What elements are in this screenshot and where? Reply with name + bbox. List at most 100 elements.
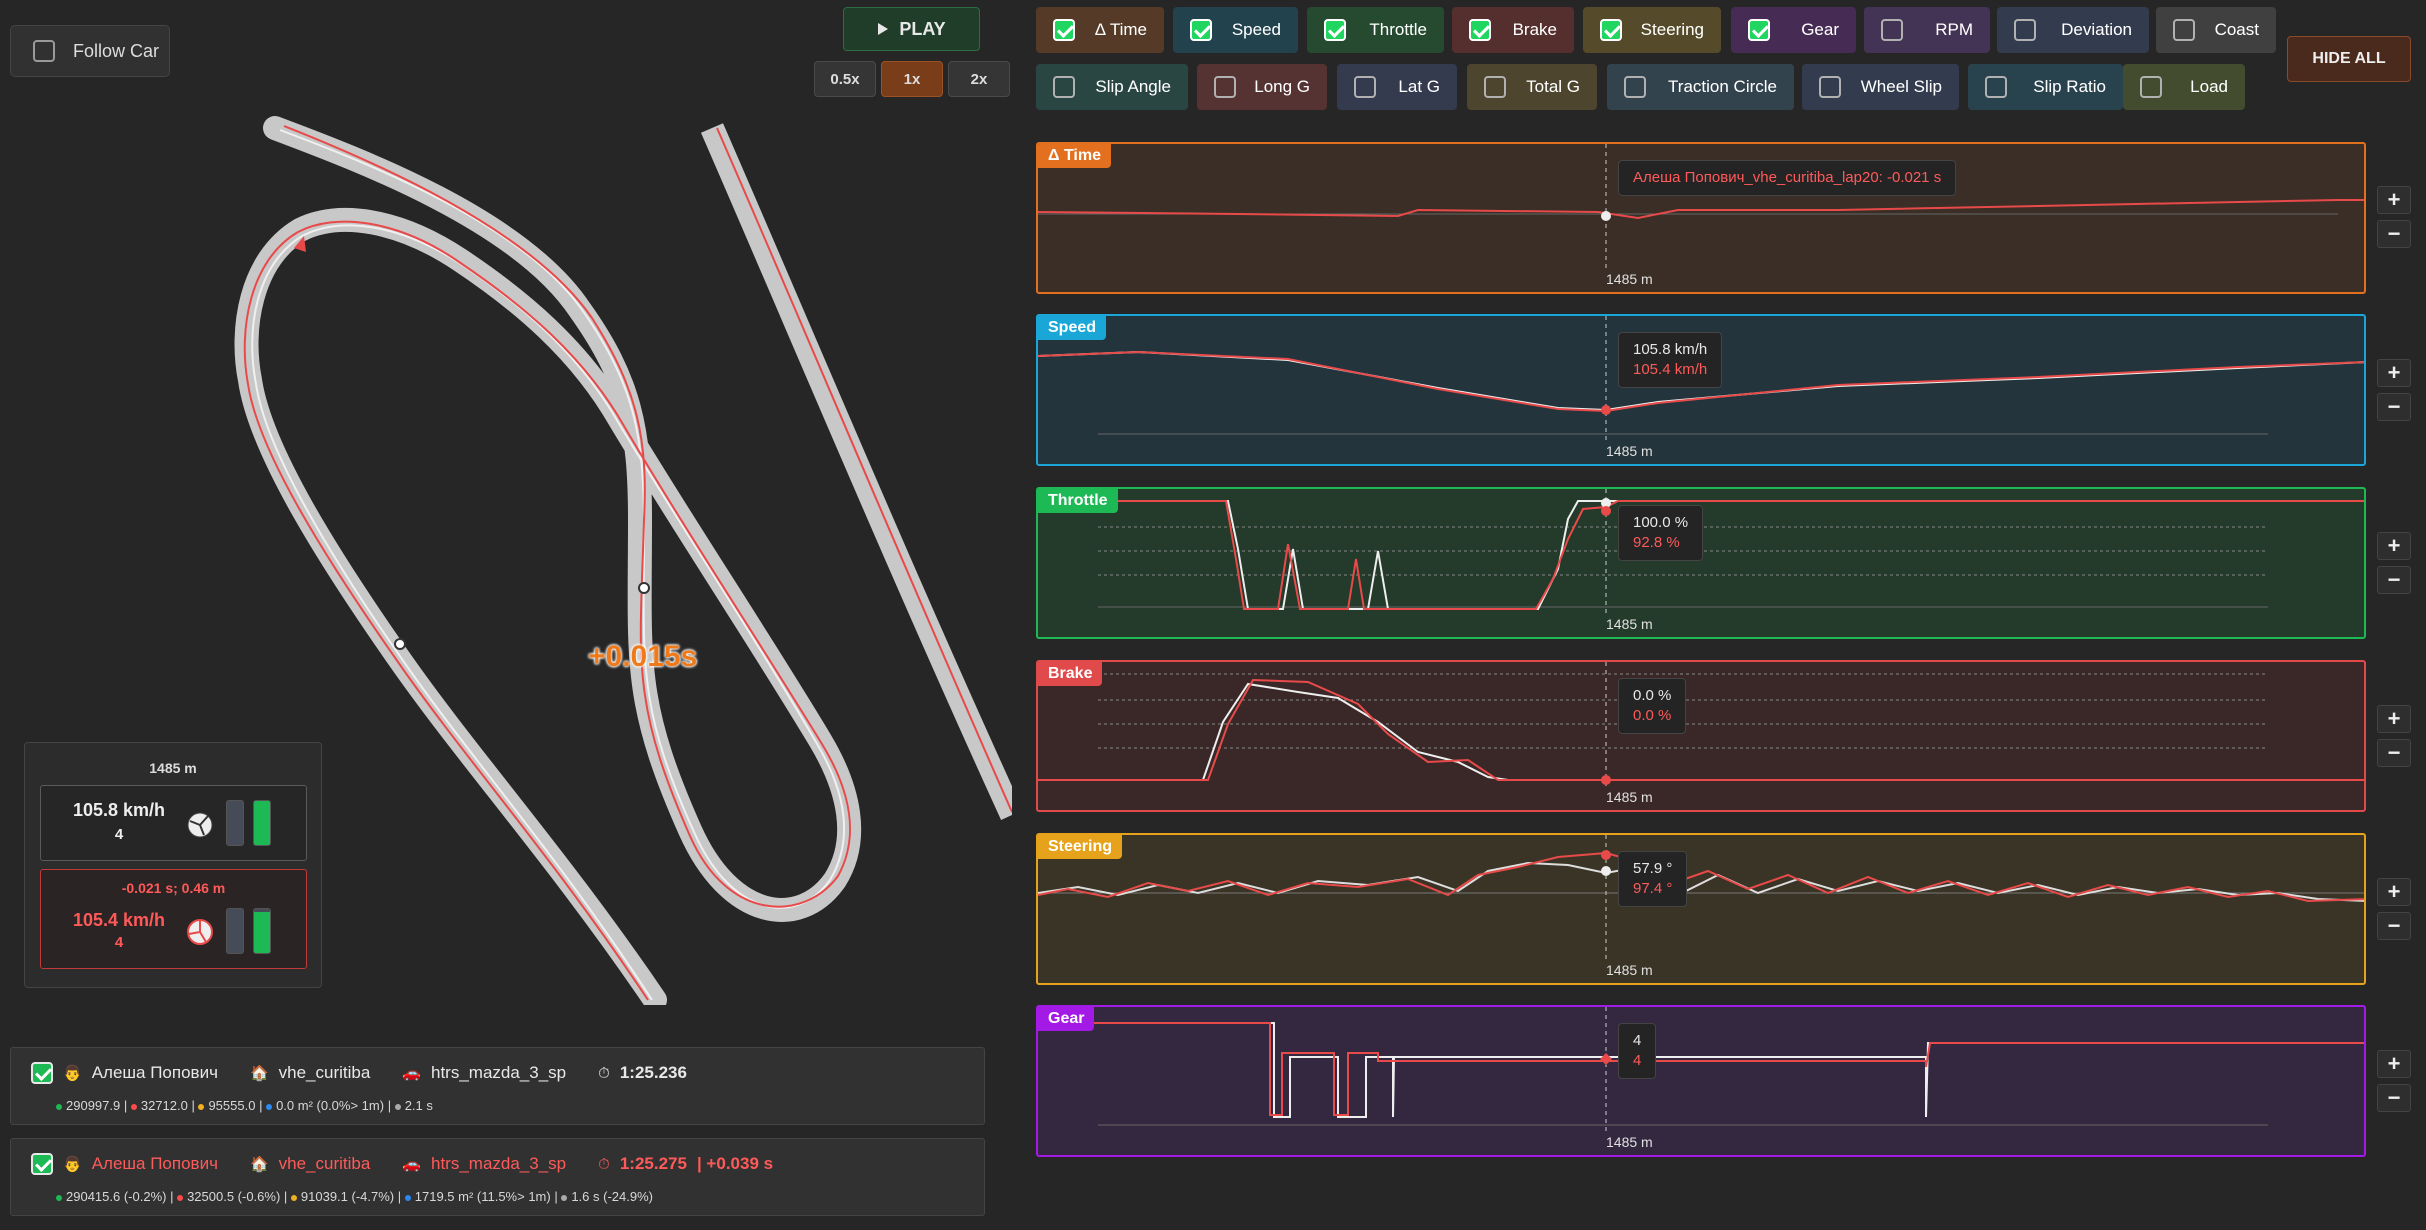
- channel-toggle-throttle[interactable]: Throttle: [1307, 7, 1444, 53]
- channel-toggle-rpm[interactable]: RPM: [1864, 7, 1990, 53]
- lap-car: htrs_mazda_3_sp: [430, 1063, 567, 1082]
- gear-zoom-out-button[interactable]: −: [2377, 1084, 2411, 1112]
- lap-delta: | +0.039 s: [696, 1154, 774, 1173]
- throttle-zoom-in-button[interactable]: +: [2377, 532, 2411, 560]
- channel-label: Gear: [1801, 20, 1839, 39]
- channel-checkbox[interactable]: [1469, 19, 1491, 41]
- delta-time-panel[interactable]: Δ Time Алеша Попович_vhe_curitiba_lap20:…: [1036, 142, 2366, 294]
- lap-row[interactable]: 👨 Алеша Попович 🏠 vhe_curitiba 🚗 htrs_ma…: [10, 1047, 985, 1125]
- car1-brake-bar: [226, 800, 244, 846]
- channel-toggle-steering[interactable]: Steering: [1583, 7, 1721, 53]
- panel-title: Speed: [1038, 316, 1107, 340]
- steering-zoom-in-button[interactable]: +: [2377, 878, 2411, 906]
- channel-label: Total G: [1526, 77, 1580, 96]
- throttle-zoom-out-button[interactable]: −: [2377, 566, 2411, 594]
- channel-label: Speed: [1231, 20, 1281, 39]
- channel-checkbox[interactable]: [1881, 19, 1903, 41]
- play-button[interactable]: PLAY: [843, 7, 980, 51]
- channel-toggle-delta-time[interactable]: Δ Time: [1036, 7, 1164, 53]
- channel-checkbox[interactable]: [2140, 76, 2162, 98]
- channel-checkbox[interactable]: [1324, 19, 1346, 41]
- stat-dot: [266, 1103, 273, 1110]
- stat-dot: [290, 1194, 297, 1201]
- channel-toggle-long-g[interactable]: Long G: [1197, 64, 1327, 110]
- brake-panel[interactable]: Brake 0.0 % 0.0 % 1485 m: [1036, 660, 2366, 812]
- channel-toggle-load[interactable]: Load: [2123, 64, 2245, 110]
- channel-toggle-wheel-slip[interactable]: Wheel Slip: [1802, 64, 1959, 110]
- car-marker-1: [638, 582, 650, 594]
- speed-panel[interactable]: Speed 105.8 km/h 105.4 km/h 1485 m: [1036, 314, 2366, 466]
- lap-row[interactable]: 👨 Алеша Попович 🏠 vhe_curitiba 🚗 htrs_ma…: [10, 1138, 985, 1216]
- speed-0.5x-button[interactable]: 0.5x: [814, 61, 876, 97]
- channel-toggle-gear[interactable]: Gear: [1731, 7, 1856, 53]
- steering-plot: [1038, 835, 2364, 960]
- brake-zoom-in-button[interactable]: +: [2377, 705, 2411, 733]
- track-straight: [700, 123, 1012, 820]
- delta-zoom-in-button[interactable]: +: [2377, 186, 2411, 214]
- channel-checkbox[interactable]: [1819, 76, 1841, 98]
- lap-driver: Алеша Попович: [91, 1063, 218, 1082]
- car-card-2: -0.021 s; 0.46 m 105.4 km/h 4: [40, 869, 307, 969]
- speed-zoom-out-button[interactable]: −: [2377, 393, 2411, 421]
- lap-checkbox[interactable]: [31, 1062, 53, 1084]
- lap-stats: 290415.6 (-0.2%) | 32500.5 (-0.6%) | 910…: [56, 1189, 653, 1204]
- channel-toggle-coast[interactable]: Coast: [2156, 7, 2276, 53]
- channel-toggle-speed[interactable]: Speed: [1173, 7, 1298, 53]
- channel-checkbox[interactable]: [1985, 76, 2007, 98]
- channel-toggle-brake[interactable]: Brake: [1452, 7, 1574, 53]
- gear-panel[interactable]: Gear 44 1485 m: [1036, 1005, 2366, 1157]
- channel-checkbox[interactable]: [1624, 76, 1646, 98]
- lap-track: vhe_curitiba: [278, 1063, 371, 1082]
- car1-gear: 4: [114, 826, 124, 843]
- track-delta-label: +0.015s: [588, 640, 698, 673]
- channel-toggle-slip-ratio[interactable]: Slip Ratio: [1968, 64, 2123, 110]
- delta-line: [1038, 199, 2364, 220]
- tooltip-value: 100.0 %: [1633, 514, 1689, 531]
- steering-zoom-out-button[interactable]: −: [2377, 912, 2411, 940]
- channel-toggle-total-g[interactable]: Total G: [1467, 64, 1597, 110]
- channel-checkbox[interactable]: [1748, 19, 1770, 41]
- follow-car-checkbox[interactable]: [33, 40, 55, 62]
- lap-driver: Алеша Попович: [91, 1154, 218, 1173]
- gear-plot: [1038, 1007, 2364, 1132]
- channel-checkbox[interactable]: [1053, 19, 1075, 41]
- channel-checkbox[interactable]: [1354, 76, 1376, 98]
- speed-2x-button[interactable]: 2x: [948, 61, 1010, 97]
- car-info-box: 1485 m 105.8 km/h 4 -0.021 s; 0.46 m 105…: [24, 742, 322, 988]
- speed-tooltip: 105.8 km/h 105.4 km/h: [1618, 332, 1723, 388]
- channel-checkbox[interactable]: [1600, 19, 1622, 41]
- panel-xlabel: 1485 m: [1606, 443, 1653, 459]
- speed-1x-button[interactable]: 1x: [881, 61, 943, 97]
- lap-checkbox[interactable]: [31, 1153, 53, 1175]
- brake-zoom-out-button[interactable]: −: [2377, 739, 2411, 767]
- channel-checkbox[interactable]: [1214, 76, 1236, 98]
- channel-toggle-traction-circle[interactable]: Traction Circle: [1607, 64, 1794, 110]
- delta-tooltip: Алеша Попович_vhe_curitiba_lap20: -0.021…: [1618, 160, 1957, 196]
- channel-toggle-slip-angle[interactable]: Slip Angle: [1036, 64, 1188, 110]
- lap-track: vhe_curitiba: [278, 1154, 371, 1173]
- panel-xlabel: 1485 m: [1606, 962, 1653, 978]
- channel-toggle-deviation[interactable]: Deviation: [1997, 7, 2149, 53]
- hide-all-button[interactable]: HIDE ALL: [2287, 36, 2411, 82]
- channel-label: Wheel Slip: [1860, 77, 1942, 96]
- speed-zoom-in-button[interactable]: +: [2377, 359, 2411, 387]
- panel-xlabel: 1485 m: [1606, 789, 1653, 805]
- car-icon: 🚗: [402, 1065, 421, 1082]
- channel-checkbox[interactable]: [2173, 19, 2195, 41]
- delta-zoom-out-button[interactable]: −: [2377, 220, 2411, 248]
- channel-toggle-lat-g[interactable]: Lat G: [1337, 64, 1457, 110]
- throttle-panel[interactable]: Throttle 100.0 % 92.8 % 1485 m: [1036, 487, 2366, 639]
- channel-checkbox[interactable]: [1053, 76, 1075, 98]
- channel-label: Steering: [1640, 20, 1704, 39]
- stat-value: 1.6 s (-24.9%): [571, 1189, 653, 1204]
- channel-label: Brake: [1512, 20, 1557, 39]
- straight-line-red: [716, 127, 1012, 813]
- channel-checkbox[interactable]: [1190, 19, 1212, 41]
- stat-value: 32712.0: [140, 1098, 188, 1113]
- steering-panel[interactable]: Steering 57.9 ° 97.4 ° 1485 m: [1036, 833, 2366, 985]
- follow-car-toggle[interactable]: Follow Car: [10, 25, 170, 77]
- channel-checkbox[interactable]: [1484, 76, 1506, 98]
- channel-checkbox[interactable]: [2014, 19, 2036, 41]
- car1-speed: 105.8 km/h: [72, 800, 166, 820]
- gear-zoom-in-button[interactable]: +: [2377, 1050, 2411, 1078]
